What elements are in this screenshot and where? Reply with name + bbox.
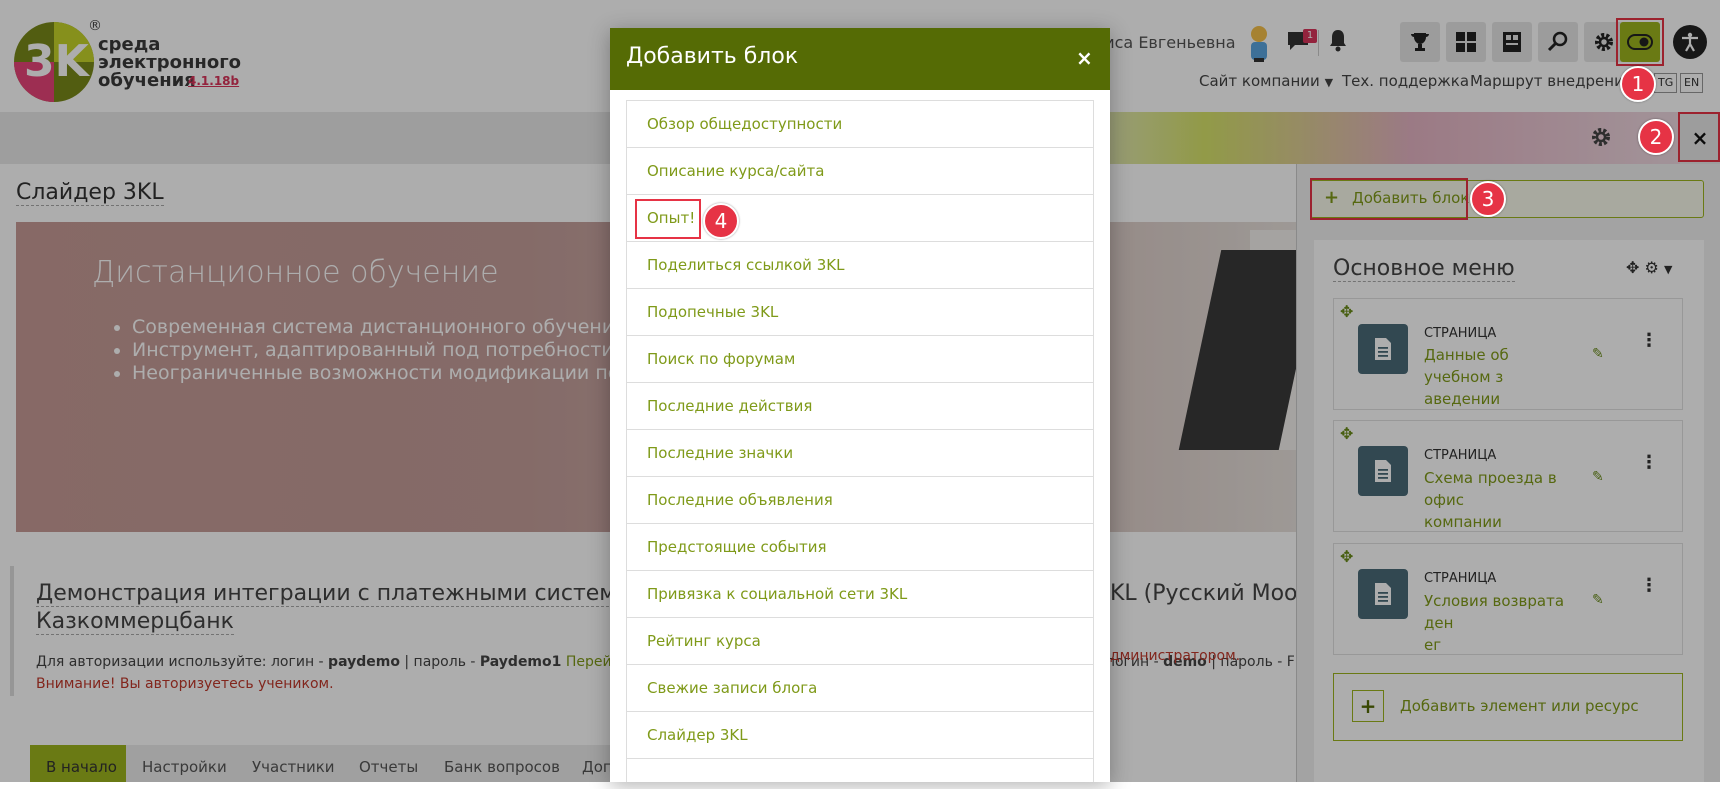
block-option[interactable]: Подопечные 3KL [626, 289, 1094, 336]
block-option[interactable]: Привязка к социальной сети 3KL [626, 571, 1094, 618]
modal-header: Добавить блок × [610, 28, 1110, 90]
highlight-opyt [635, 199, 701, 239]
add-block-modal: Добавить блок × Обзор общедоступности Оп… [610, 28, 1110, 782]
block-option[interactable]: Последние значки [626, 430, 1094, 477]
block-option[interactable]: Предстоящие события [626, 524, 1094, 571]
block-option[interactable]: Рейтинг курса [626, 618, 1094, 665]
block-option[interactable]: Описание курса/сайта [626, 148, 1094, 195]
modal-title: Добавить блок [626, 44, 799, 69]
annotation-badge-3: 3 [1470, 181, 1506, 217]
block-option[interactable]: Последние действия [626, 383, 1094, 430]
block-option[interactable]: Свежие записи блога [626, 665, 1094, 712]
modal-close-button[interactable]: × [1076, 46, 1093, 70]
block-option[interactable]: Обзор общедоступности [626, 101, 1094, 148]
block-option[interactable] [626, 759, 1094, 782]
block-option[interactable]: Слайдер 3KL [626, 712, 1094, 759]
block-option[interactable]: Последние объявления [626, 477, 1094, 524]
annotation-badge-2: 2 [1638, 119, 1674, 155]
annotation-badge-1: 1 [1620, 66, 1656, 102]
annotation-badge-4: 4 [703, 203, 739, 239]
block-option[interactable]: Поиск по форумам [626, 336, 1094, 383]
block-option[interactable]: Поделиться ссылкой 3KL [626, 242, 1094, 289]
